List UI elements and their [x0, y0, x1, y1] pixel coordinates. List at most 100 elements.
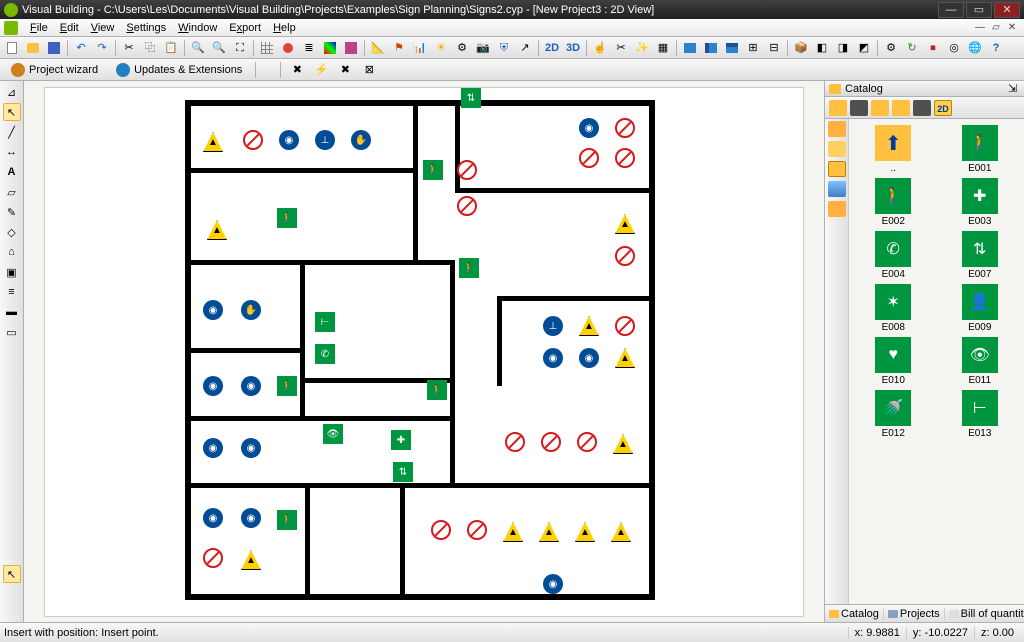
tool-zoomout[interactable]: 🔍 [209, 39, 229, 57]
cat-tb-home[interactable] [829, 100, 847, 116]
tool-win2[interactable] [701, 39, 721, 57]
mdi-minimize[interactable]: — [972, 21, 988, 35]
tab-projects[interactable]: Projects [884, 608, 945, 620]
tool-chart[interactable]: 📊 [410, 39, 430, 57]
sign-prohib-1[interactable] [243, 130, 263, 150]
sign-warn-2[interactable]: ▲ [615, 214, 635, 234]
floorplan-canvas[interactable]: ⇅ ▲ ◉ ⊥ ✋ ◉ 🚶 ▲ ▲ 🚶 🚶 ◉ ✋ ⊢ [44, 87, 804, 617]
catalog-item-E013[interactable]: ⊢E013 [942, 390, 1019, 439]
sign-warn-9[interactable]: ▲ [575, 522, 595, 542]
menu-window[interactable]: Window [172, 21, 223, 35]
cat-side-5[interactable] [828, 201, 846, 217]
sign-warn-5[interactable]: ▲ [615, 348, 635, 368]
ltool-expand[interactable]: ⊿ [3, 83, 21, 101]
menu-export[interactable]: Export [223, 21, 267, 35]
catalog-item-up[interactable]: ⬆ .. [855, 125, 932, 174]
sign-mand-12[interactable]: ◉ [203, 438, 223, 458]
tool-undo[interactable]: ↶ [71, 39, 91, 57]
sign-exit-4[interactable]: 🚶 [277, 376, 297, 396]
tool-snap[interactable] [278, 39, 298, 57]
sign-prohib-8[interactable] [615, 316, 635, 336]
catalog-item-E003[interactable]: ✚E003 [942, 178, 1019, 227]
menu-help[interactable]: Help [267, 21, 302, 35]
cat-tb-3[interactable] [892, 100, 910, 116]
tool-scissors[interactable]: ✂ [611, 39, 631, 57]
sign-assembly[interactable]: ⇅ [461, 88, 481, 108]
sign-prohib-13[interactable] [467, 520, 487, 540]
tool-arrow[interactable]: ↗ [515, 39, 535, 57]
tool-tiles[interactable]: ▦ [653, 39, 673, 57]
sign-prohib-4[interactable] [615, 148, 635, 168]
tab-catalog[interactable]: Catalog [825, 608, 884, 620]
tool-zoomin[interactable]: 🔍 [188, 39, 208, 57]
tool-wand[interactable]: ✨ [632, 39, 652, 57]
sign-warn-7[interactable]: ▲ [503, 522, 523, 542]
tool-gear[interactable]: ⚙ [452, 39, 472, 57]
cat-tb-1[interactable] [850, 100, 868, 116]
menu-edit[interactable]: Edit [54, 21, 85, 35]
ltool-beam[interactable]: ▭ [3, 323, 21, 341]
tool-2d[interactable]: 2D [542, 39, 562, 57]
tool-measure[interactable]: 📐 [368, 39, 388, 57]
sign-mand-8[interactable]: ◉ [543, 348, 563, 368]
ltool-roof[interactable]: ⌂ [3, 243, 21, 261]
sign-prohib-2[interactable] [615, 118, 635, 138]
tool-flag[interactable]: ⚑ [389, 39, 409, 57]
sign-phone[interactable]: ✆ [315, 344, 335, 364]
tool-new[interactable] [2, 39, 22, 57]
sign-prohib-5[interactable] [457, 160, 477, 180]
sign-mand-7[interactable]: ⊥ [543, 316, 563, 336]
catalog-item-E009[interactable]: 👤E009 [942, 284, 1019, 333]
cat-side-3[interactable] [828, 161, 846, 177]
sign-mand-9[interactable]: ◉ [579, 348, 599, 368]
ltool-draw[interactable]: ✎ [3, 203, 21, 221]
cat-tb-2d[interactable]: 2D [934, 100, 952, 116]
tool-swatch[interactable] [341, 39, 361, 57]
tool-colors[interactable] [320, 39, 340, 57]
sign-mand-14[interactable]: ◉ [203, 508, 223, 528]
tool-box3[interactable]: ◨ [833, 39, 853, 57]
tool-ring[interactable]: ◎ [944, 39, 964, 57]
tool-box1[interactable]: 📦 [791, 39, 811, 57]
ltool-line[interactable]: ╱ [3, 123, 21, 141]
canvas-area[interactable]: ⇅ ▲ ◉ ⊥ ✋ ◉ 🚶 ▲ ▲ 🚶 🚶 ◉ ✋ ⊢ [24, 81, 824, 622]
sign-warn-11[interactable]: ▲ [241, 550, 261, 570]
tool-box4[interactable]: ◩ [854, 39, 874, 57]
cat-side-2[interactable] [828, 141, 846, 157]
mini-tool-3[interactable]: ✖ [335, 61, 355, 79]
sign-exit-1[interactable]: 🚶 [423, 160, 443, 180]
tool-3d[interactable]: 3D [563, 39, 583, 57]
ltool-shape[interactable]: ◇ [3, 223, 21, 241]
tool-box2[interactable]: ◧ [812, 39, 832, 57]
sign-warn-4[interactable]: ▲ [579, 316, 599, 336]
menu-settings[interactable]: Settings [120, 21, 172, 35]
tool-gear2[interactable]: ⚙ [881, 39, 901, 57]
sign-warn-8[interactable]: ▲ [539, 522, 559, 542]
tool-open[interactable] [23, 39, 43, 57]
tool-layers[interactable]: ≣ [299, 39, 319, 57]
tool-refresh[interactable]: ↻ [902, 39, 922, 57]
sign-mand-3[interactable]: ✋ [351, 130, 371, 150]
ltool-window[interactable]: ▣ [3, 263, 21, 281]
menu-view[interactable]: View [85, 21, 121, 35]
sign-mand-1[interactable]: ◉ [279, 130, 299, 150]
sign-warn-6[interactable]: ▲ [613, 434, 633, 454]
ltool-text[interactable]: A [3, 163, 21, 181]
cat-tb-2[interactable] [871, 100, 889, 116]
menu-file[interactable]: File [24, 21, 54, 35]
sign-prohib-6[interactable] [457, 196, 477, 216]
sign-prohib-11[interactable] [577, 432, 597, 452]
tool-redo[interactable]: ↷ [92, 39, 112, 57]
catalog-item-E004[interactable]: ✆E004 [855, 231, 932, 280]
ltool-stair[interactable]: ≡ [3, 283, 21, 301]
mini-tool-4[interactable]: ⊠ [359, 61, 379, 79]
ltool-dim[interactable]: ↔ [3, 143, 21, 161]
sign-mand-5[interactable]: ◉ [203, 300, 223, 320]
sign-exit-3[interactable]: 🚶 [459, 258, 479, 278]
mini-tool-2[interactable]: ⚡ [311, 61, 331, 79]
pin-icon[interactable]: ⇲ [1008, 82, 1020, 95]
sign-mand-11[interactable]: ◉ [241, 376, 261, 396]
tool-help-icon[interactable]: ? [986, 39, 1006, 57]
sign-mand-6[interactable]: ✋ [241, 300, 261, 320]
close-button[interactable]: ✕ [994, 2, 1020, 18]
